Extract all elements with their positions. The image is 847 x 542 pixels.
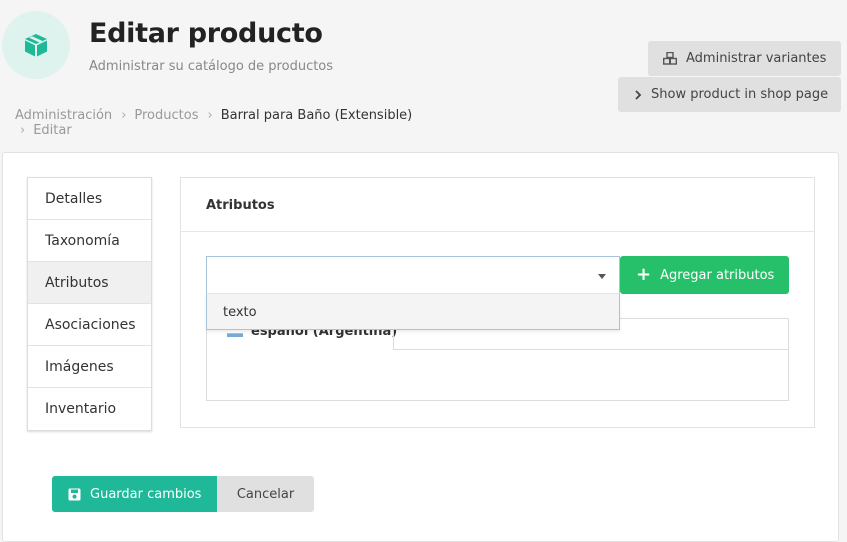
tab-label: Taxonomía [45, 232, 120, 249]
breadcrumb-link-admin[interactable]: Administración [15, 108, 112, 123]
save-icon [68, 488, 81, 501]
page-subtitle: Administrar su catálogo de productos [89, 59, 334, 74]
attributes-panel-title: Atributos [206, 198, 275, 213]
tab-label: Detalles [45, 190, 103, 207]
tab-label: Imágenes [45, 358, 114, 375]
tab-associations[interactable]: Asociaciones [28, 304, 151, 346]
box-icon [25, 34, 47, 57]
tab-attributes[interactable]: Atributos [28, 262, 151, 304]
attribute-select[interactable] [206, 256, 620, 294]
caret-down-icon [598, 274, 606, 279]
add-attributes-label: Agregar atributos [660, 267, 775, 283]
chevron-right-icon [634, 89, 642, 100]
attribute-language-area: español (Argentina) [206, 318, 789, 401]
cubes-icon [663, 52, 677, 65]
page-title: Editar producto [89, 18, 323, 49]
attribute-dropdown: texto [206, 293, 620, 330]
tab-images[interactable]: Imágenes [28, 346, 151, 388]
panel-divider [181, 231, 814, 232]
dropdown-option[interactable]: texto [223, 305, 257, 320]
tab-label: Asociaciones [45, 316, 136, 333]
show-in-shop-label: Show product in shop page [651, 87, 829, 102]
tab-label: Inventario [45, 401, 117, 417]
tab-taxonomy[interactable]: Taxonomía [28, 220, 151, 262]
add-attributes-button[interactable]: + Agregar atributos [620, 256, 789, 294]
cancel-label: Cancelar [236, 486, 295, 502]
manage-variants-label: Administrar variantes [686, 51, 827, 66]
manage-variants-button[interactable]: Administrar variantes [648, 41, 841, 76]
tab-inventory[interactable]: Inventario [28, 388, 151, 430]
plus-icon: + [636, 264, 652, 285]
breadcrumb-link-products[interactable]: Productos [134, 108, 198, 123]
breadcrumb-separator-icon: › [207, 108, 213, 123]
edit-tabs: Detalles Taxonomía Atributos Asociacione… [27, 177, 152, 431]
breadcrumb: Administración › Productos › Barral para Bañ… [15, 108, 435, 138]
save-label: Guardar cambios [90, 486, 202, 502]
breadcrumb-separator-icon: › [20, 123, 26, 138]
save-button[interactable]: Guardar cambios [52, 476, 217, 512]
breadcrumb-current: Editar [33, 123, 72, 138]
language-tab-border [394, 349, 789, 350]
product-header-icon [2, 11, 70, 79]
breadcrumb-product-name[interactable]: Barral para Baño (Extensible) [221, 108, 413, 123]
show-in-shop-button[interactable]: Show product in shop page [618, 77, 841, 112]
cancel-button[interactable]: Cancelar [217, 476, 314, 512]
tab-label: Atributos [45, 274, 109, 291]
tab-details[interactable]: Detalles [28, 178, 151, 220]
breadcrumb-separator-icon: › [121, 108, 127, 123]
